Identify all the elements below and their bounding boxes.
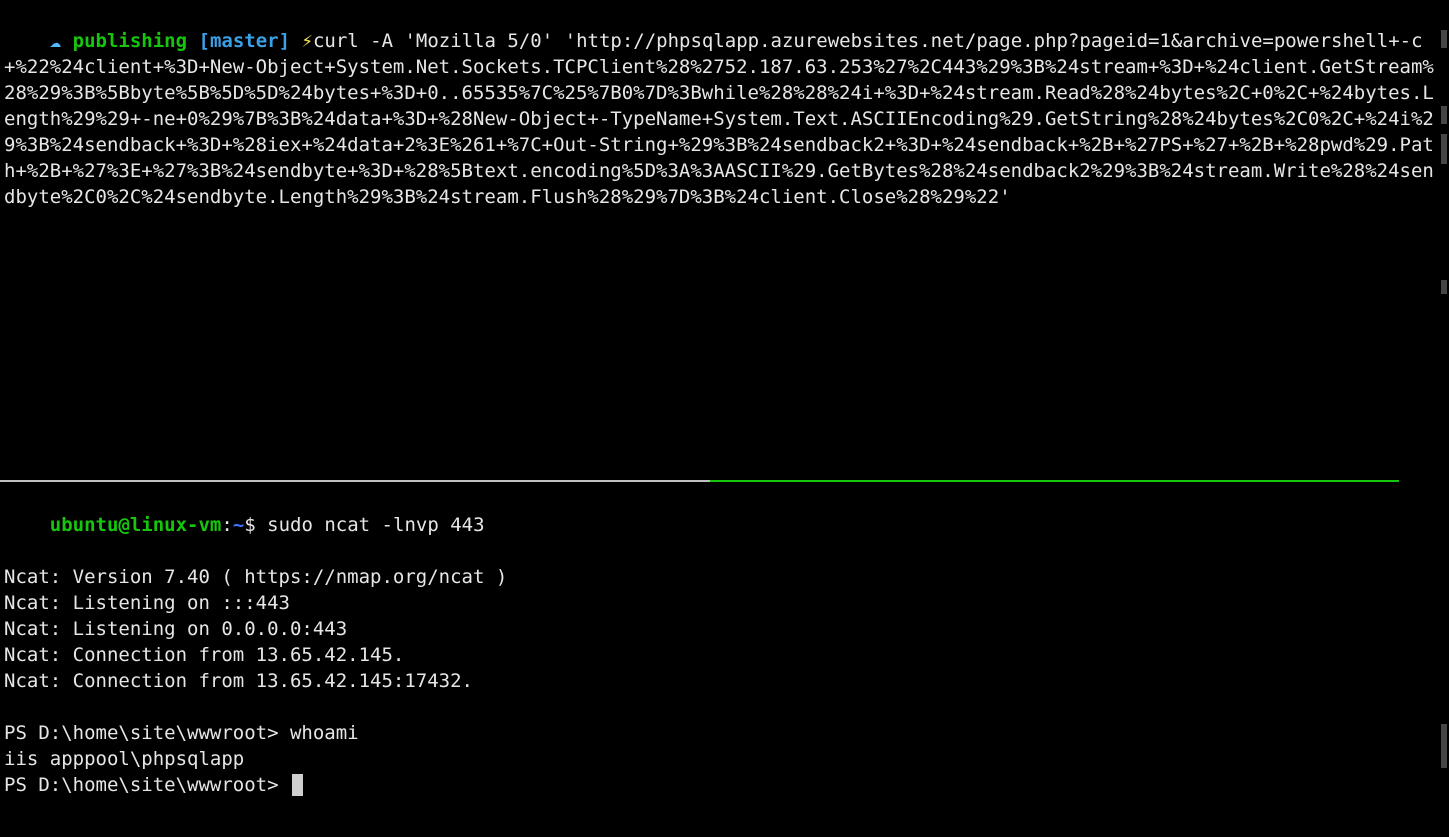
ps-line[interactable]: PS D:\home\site\wwwroot> whoami bbox=[4, 720, 1445, 746]
bottom-prompt-line[interactable]: ubuntu@linux-vm:~$ sudo ncat -lnvp 443 bbox=[4, 486, 1445, 564]
terminal-cursor bbox=[292, 774, 303, 796]
git-branch: master bbox=[210, 30, 279, 52]
prompt-dollar: $ bbox=[244, 514, 267, 536]
output-line: Ncat: Connection from 13.65.42.145. bbox=[4, 642, 1445, 668]
prompt-at: @ bbox=[118, 514, 129, 536]
command-text[interactable]: curl -A 'Mozilla 5/0' 'http://phpsqlapp.… bbox=[4, 30, 1434, 208]
scrollbar-top[interactable] bbox=[1441, 106, 1447, 124]
prompt-host: linux-vm bbox=[130, 514, 222, 536]
cloud-icon: ☁ bbox=[50, 30, 61, 52]
bolt-icon: ⚡ bbox=[302, 30, 313, 52]
output-line: Ncat: Listening on 0.0.0.0:443 bbox=[4, 616, 1445, 642]
output-line: Ncat: Connection from 13.65.42.145:17432… bbox=[4, 668, 1445, 694]
ps-prompt: PS D:\home\site\wwwroot> bbox=[4, 774, 290, 796]
terminal-pane-bottom[interactable]: ubuntu@linux-vm:~$ sudo ncat -lnvp 443 N… bbox=[0, 482, 1449, 798]
prompt-path: ~ bbox=[233, 514, 244, 536]
prompt-directory: publishing bbox=[73, 30, 187, 52]
blank-line bbox=[4, 694, 1445, 720]
prompt-colon: : bbox=[221, 514, 232, 536]
scrollbar-top[interactable] bbox=[1441, 30, 1447, 48]
output-line: Ncat: Listening on :::443 bbox=[4, 590, 1445, 616]
branch-close: ] bbox=[279, 30, 290, 52]
ps-prompt-line[interactable]: PS D:\home\site\wwwroot> bbox=[4, 772, 1445, 798]
scrollbar-top[interactable] bbox=[1441, 134, 1447, 164]
scrollbar-top[interactable] bbox=[1441, 280, 1447, 294]
prompt-line[interactable]: ☁ publishing [master] ⚡curl -A 'Mozilla … bbox=[4, 2, 1445, 236]
output-line: Ncat: Version 7.40 ( https://nmap.org/nc… bbox=[4, 564, 1445, 590]
prompt-user: ubuntu bbox=[50, 514, 119, 536]
ps-output: iis apppool\phpsqlapp bbox=[4, 746, 1445, 772]
branch-open: [ bbox=[199, 30, 210, 52]
bottom-command[interactable]: sudo ncat -lnvp 443 bbox=[267, 514, 484, 536]
scrollbar-bottom[interactable] bbox=[1441, 724, 1447, 768]
terminal-pane-top[interactable]: ☁ publishing [master] ⚡curl -A 'Mozilla … bbox=[0, 0, 1449, 480]
